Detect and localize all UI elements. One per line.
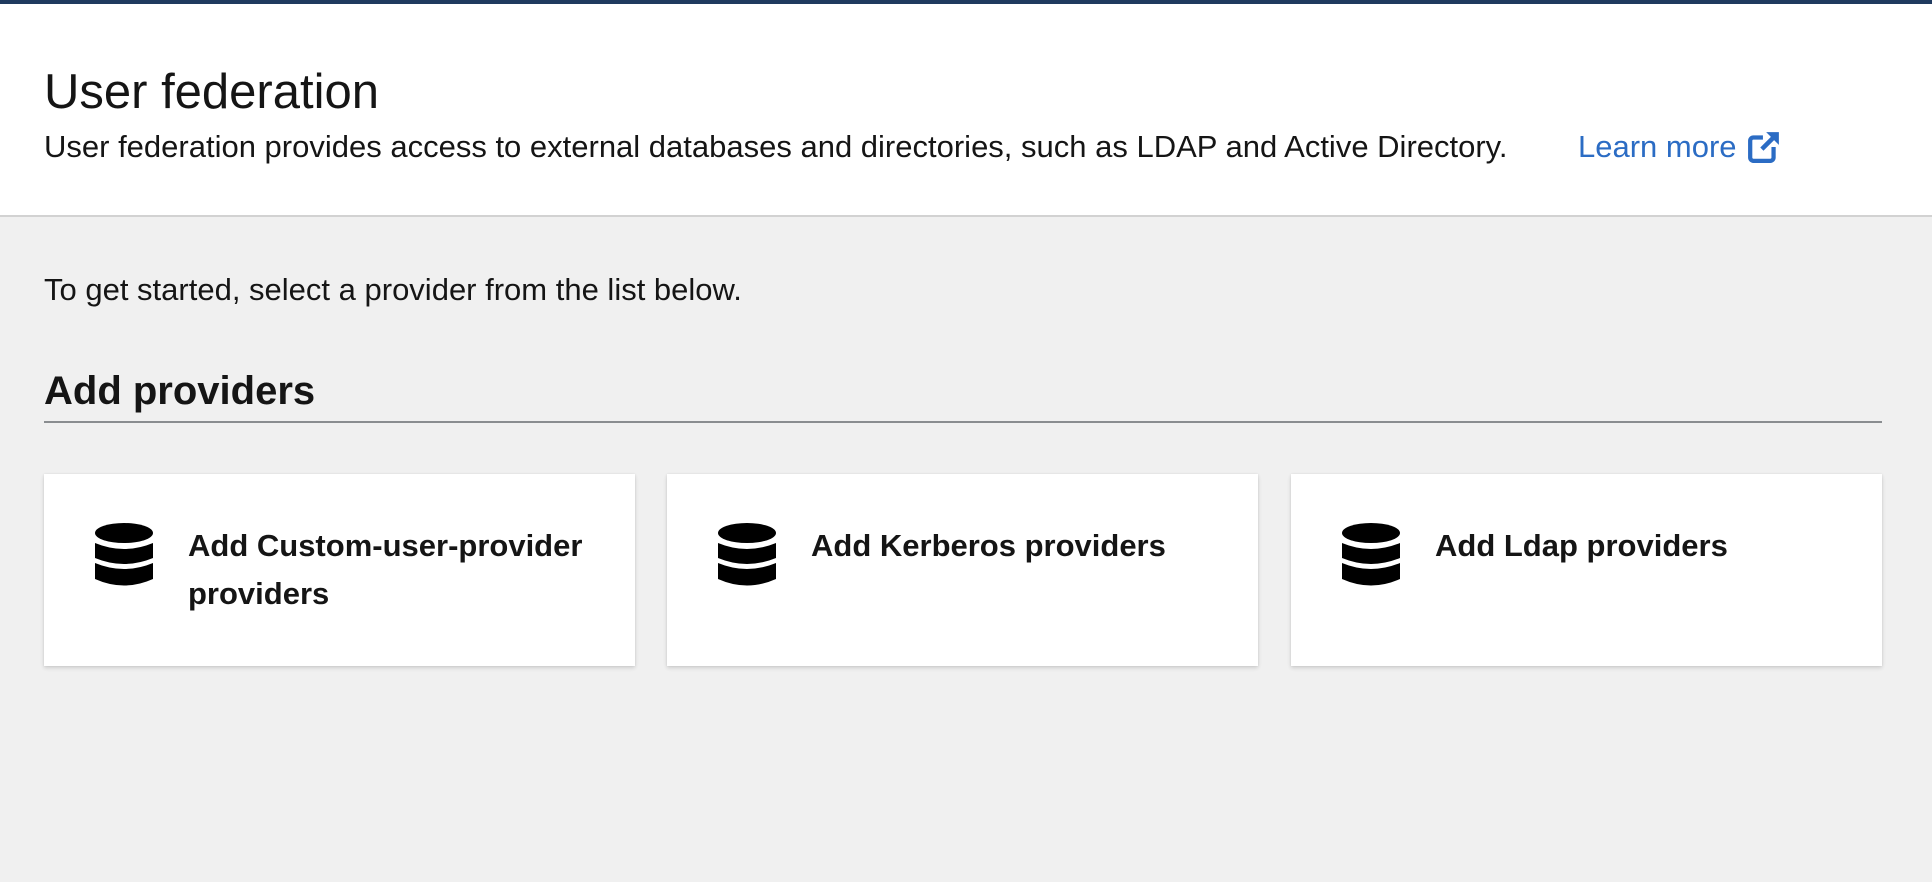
card-label: Add Custom-user-provider providers: [188, 528, 583, 611]
section-title-add-providers: Add providers: [44, 369, 316, 413]
card-add-kerberos[interactable]: Add Kerberos providers: [667, 474, 1258, 666]
page-header: User federation User federation provides…: [0, 4, 1932, 217]
card-label: Add Ldap providers: [1435, 528, 1728, 563]
page-title: User federation: [44, 65, 380, 119]
card-label: Add Kerberos providers: [811, 528, 1166, 563]
intro-text: To get started, select a provider from t…: [44, 272, 742, 307]
card-add-custom-user-provider[interactable]: Add Custom-user-provider providers: [44, 474, 635, 666]
external-link-icon: [1747, 130, 1781, 163]
database-icon: [95, 523, 153, 586]
database-icon: [718, 523, 776, 586]
learn-more-link[interactable]: Learn more: [1578, 127, 1781, 167]
learn-more-label: Learn more: [1578, 129, 1737, 164]
page-description: User federation provides access to exter…: [44, 129, 1508, 164]
database-icon: [1342, 523, 1400, 586]
section-divider: [44, 421, 1882, 423]
card-add-ldap[interactable]: Add Ldap providers: [1291, 474, 1882, 666]
